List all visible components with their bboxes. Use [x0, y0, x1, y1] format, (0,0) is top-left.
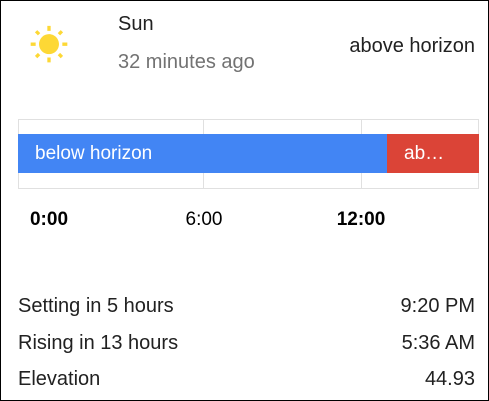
attribute-row-elevation: Elevation 44.93: [18, 364, 475, 394]
last-changed-time: 32 minutes ago: [118, 51, 255, 73]
sun-icon: [30, 25, 68, 63]
tick-label-6: 6:00: [185, 209, 223, 230]
timeline-segment-above[interactable]: ab…: [387, 134, 479, 173]
history-timeline: below horizon ab…: [18, 119, 479, 189]
attribute-label: Setting in 5 hours: [18, 294, 174, 317]
attribute-row-rising: Rising in 13 hours 5:36 AM: [18, 328, 475, 358]
entity-state: above horizon: [349, 35, 475, 57]
tick-label-0: 0:00: [29, 209, 69, 230]
more-info-card: Sun 32 minutes ago above horizon below h…: [0, 0, 489, 401]
timeline-bar[interactable]: below horizon ab…: [18, 134, 479, 173]
attribute-label: Elevation: [18, 367, 101, 390]
attribute-value: 9:20 PM: [400, 294, 475, 317]
attribute-value: 5:36 AM: [401, 331, 475, 354]
attribute-value: 44.93: [424, 367, 475, 390]
attribute-row-setting: Setting in 5 hours 9:20 PM: [18, 291, 475, 321]
entity-name: Sun: [118, 13, 154, 35]
attribute-label: Rising in 13 hours: [18, 331, 179, 354]
timeline-segment-below[interactable]: below horizon: [18, 134, 387, 173]
tick-label-12: 12:00: [336, 209, 386, 230]
